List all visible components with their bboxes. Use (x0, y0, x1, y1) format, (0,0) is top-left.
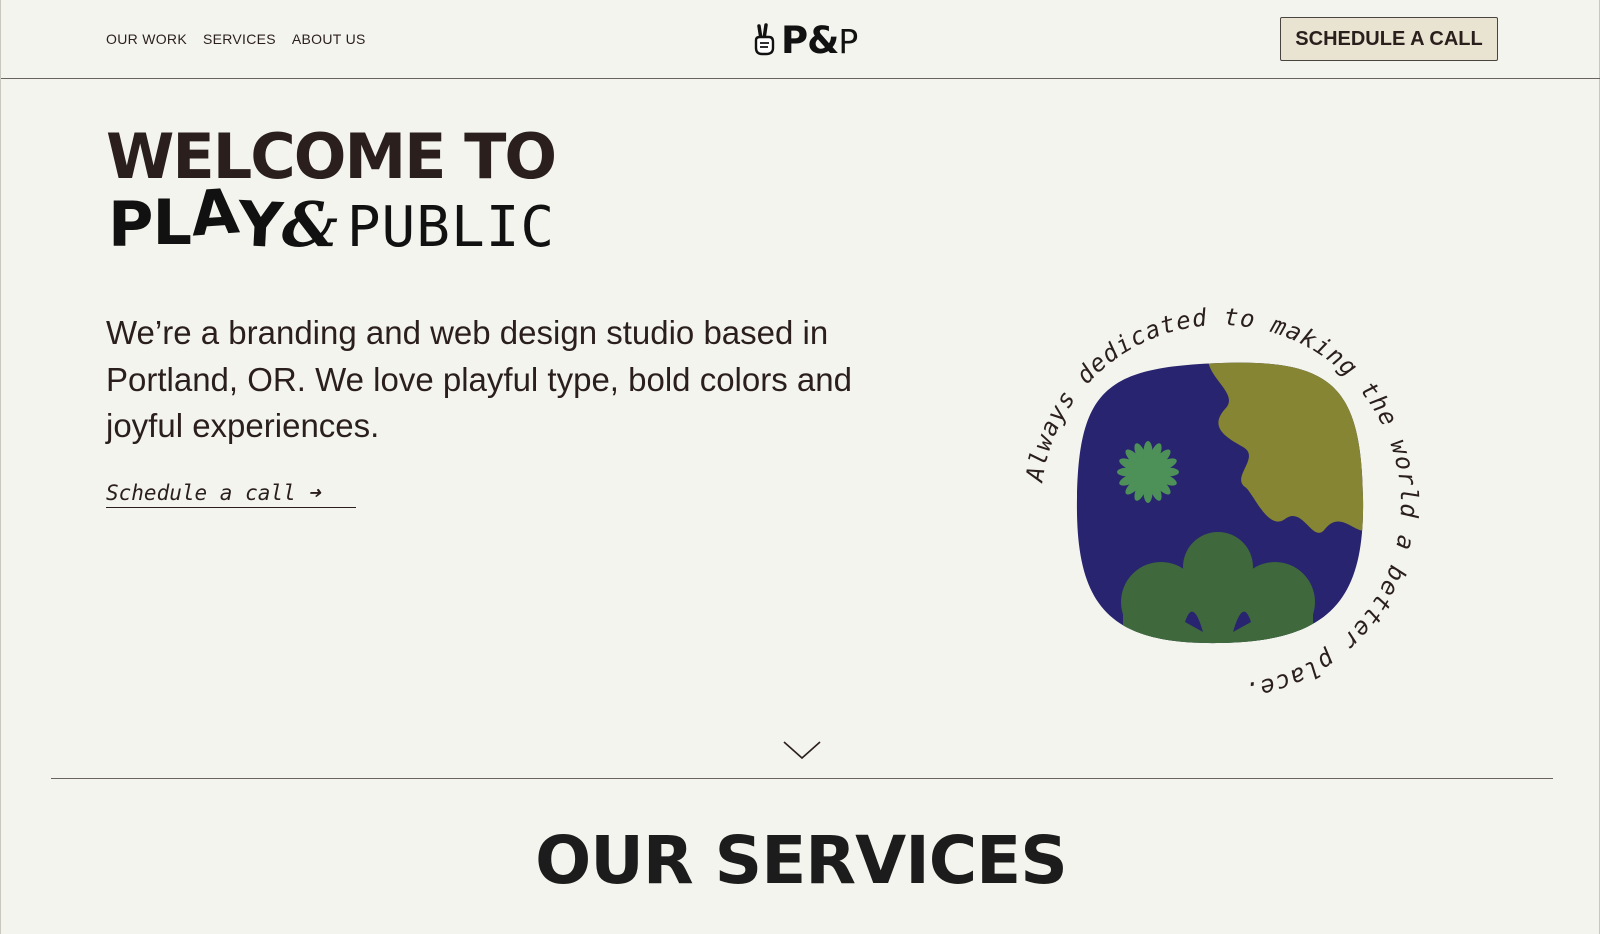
sun-flower-shape (1117, 441, 1179, 503)
schedule-call-link-label: Schedule a call (106, 480, 296, 505)
play-letter-y: Y (236, 186, 284, 263)
planet-badge: Always dedicated to making the world a b… (1020, 303, 1422, 706)
section-divider (51, 778, 1553, 779)
chevron-down-icon[interactable] (782, 739, 822, 761)
nav-services[interactable]: SERVICES (203, 31, 276, 47)
schedule-call-button[interactable]: SCHEDULE A CALL (1280, 17, 1498, 61)
site-header: OUR WORK SERVICES ABOUT US P&P SCHEDULE … (1, 0, 1600, 79)
play-ampersand: & (281, 188, 338, 261)
brand-public-wordmark: PUBLIC (346, 195, 556, 260)
logo-wordmark: P&P (781, 18, 858, 62)
schedule-call-link[interactable]: Schedule a call ➜ (106, 478, 356, 508)
services-heading: OUR SERVICES (535, 822, 1068, 899)
page: OUR WORK SERVICES ABOUT US P&P SCHEDULE … (0, 0, 1600, 934)
play-letter-l: L (152, 186, 192, 259)
main-nav: OUR WORK SERVICES ABOUT US (106, 31, 366, 47)
site-logo[interactable]: P&P (751, 18, 858, 62)
brand-play-wordmark: PLAY& (108, 174, 338, 263)
play-letter-p: P (108, 188, 153, 261)
nav-about-us[interactable]: ABOUT US (292, 31, 366, 47)
brand-name: PLAY& PUBLIC (108, 174, 556, 263)
nav-our-work[interactable]: OUR WORK (106, 31, 187, 47)
hero-intro: We’re a branding and web design studio b… (106, 314, 852, 444)
planet-blob (1076, 362, 1364, 644)
play-letter-a: A (188, 174, 241, 251)
peace-hand-icon (754, 23, 775, 56)
arrow-right-icon: ➜ (307, 480, 321, 505)
hero-title: WELCOME TO (106, 120, 557, 193)
logo-wordmark-light: P (838, 21, 858, 61)
logo-wordmark-bold: P& (781, 18, 839, 62)
